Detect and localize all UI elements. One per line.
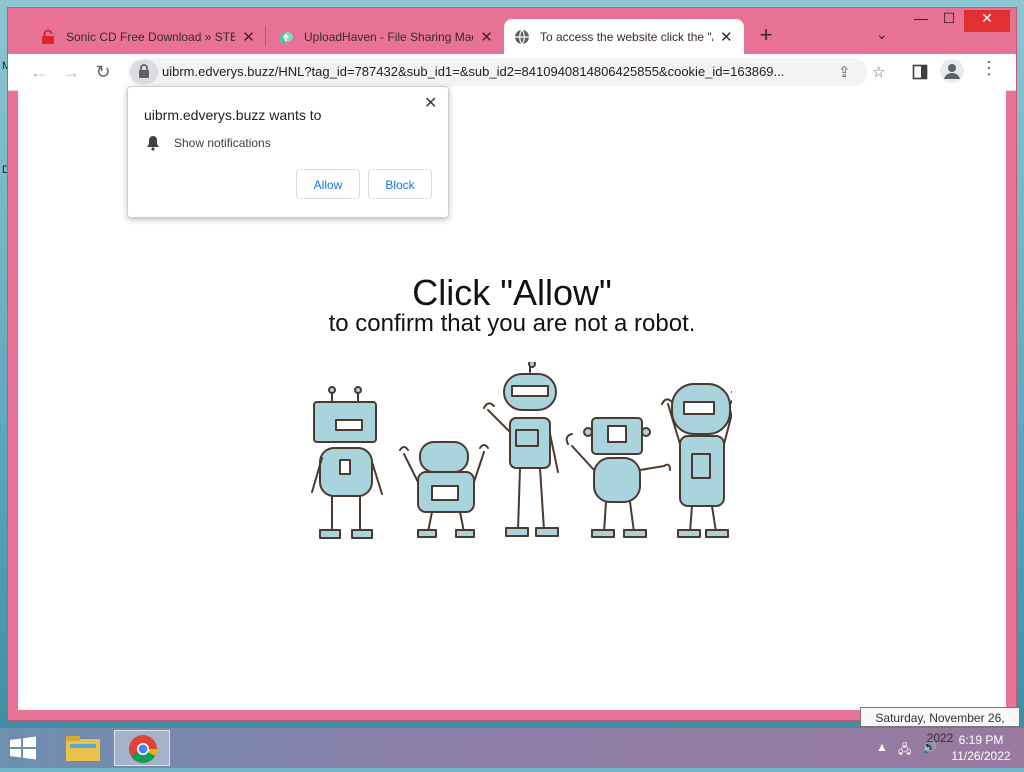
new-tab-plus-icon[interactable]: + [756,24,776,46]
allow-button[interactable]: Allow [296,169,360,199]
taskbar-clock[interactable]: 6:19 PM 11/26/2022 [950,732,1012,764]
clock-time: 6:19 PM [958,733,1004,747]
notification-permission-popup: uibrm.edverys.buzz wants to ✕ Show notif… [127,86,449,218]
popup-close-icon[interactable]: ✕ [424,93,437,113]
tray-expand-icon[interactable]: ▲ [876,740,888,754]
tab-title: To access the website click the "Allow" [540,29,713,44]
back-arrow-icon[interactable]: ← [28,61,50,83]
tab-close-icon[interactable]: ✕ [479,28,494,46]
taskbar-file-explorer[interactable] [56,730,112,766]
chrome-icon [129,735,157,763]
tab-separator [265,26,266,46]
robot-2-image [399,441,489,538]
tab-close-icon[interactable]: ✕ [241,28,256,46]
block-button[interactable]: Block [368,169,432,199]
url-text[interactable]: uibrm.edverys.buzz/HNL?tag_id=787432&sub… [162,64,822,79]
page-subline: to confirm that you are not a robot. [328,310,696,337]
globe-icon [515,29,529,44]
robots-illustration [311,362,732,539]
share-icon[interactable]: ⇪ [838,63,851,81]
lock-icon [139,64,149,78]
reload-icon[interactable]: ↻ [92,61,114,83]
taskbar: ▲ 🖧 🔊 6:19 PM 11/26/2022 [0,728,1024,768]
robot-3-image [483,362,559,537]
address-bar[interactable]: uibrm.edverys.buzz/HNL?tag_id=787432&sub… [128,58,885,86]
popup-title: uibrm.edverys.buzz wants to [144,107,322,123]
tab-title: UploadHaven - File Sharing Made Simple [304,29,473,44]
taskbar-chrome[interactable] [114,730,170,766]
date-tooltip: Saturday, November 26, 2022 [860,707,1020,745]
forward-arrow-icon[interactable]: → [60,61,82,83]
bell-icon [147,136,159,151]
folder-icon [66,736,100,761]
permission-text: Show notifications [174,136,271,150]
network-icon[interactable]: 🖧 [898,740,911,761]
maximize-icon[interactable]: ☐ [932,10,966,32]
clock-date: 11/26/2022 [951,749,1011,763]
tab-title: Sonic CD Free Download » STEAM [66,29,235,44]
uploadhaven-icon [279,31,293,43]
robot-4-image [565,417,671,538]
tab-active-allow[interactable]: To access the website click the "Allow" … [504,19,744,54]
profile-avatar[interactable] [940,59,964,83]
menu-kebab-icon[interactable]: ⋮ [980,58,998,79]
tab-strip: Sonic CD Free Download » STEAM ✕ UploadH… [8,8,1016,54]
site-info-button[interactable] [130,60,158,84]
tab-close-icon[interactable]: ✕ [719,28,734,46]
tab-sonic-cd[interactable]: Sonic CD Free Download » STEAM ✕ [30,19,266,54]
window-close-icon[interactable]: ✕ [964,10,1010,32]
page-headline: Click "Allow" [412,272,612,313]
tab-search-chevron-icon[interactable]: ⌄ [876,26,888,43]
person-icon [944,64,960,79]
windows-start-icon[interactable] [8,736,38,760]
robot-1-image [311,386,383,539]
robot-5-image [661,383,732,538]
red-lock-icon [42,29,54,44]
tab-uploadhaven[interactable]: UploadHaven - File Sharing Made Simple ✕ [268,19,504,54]
bookmark-star-icon[interactable]: ☆ [872,63,885,81]
side-panel-icon[interactable] [912,64,928,80]
